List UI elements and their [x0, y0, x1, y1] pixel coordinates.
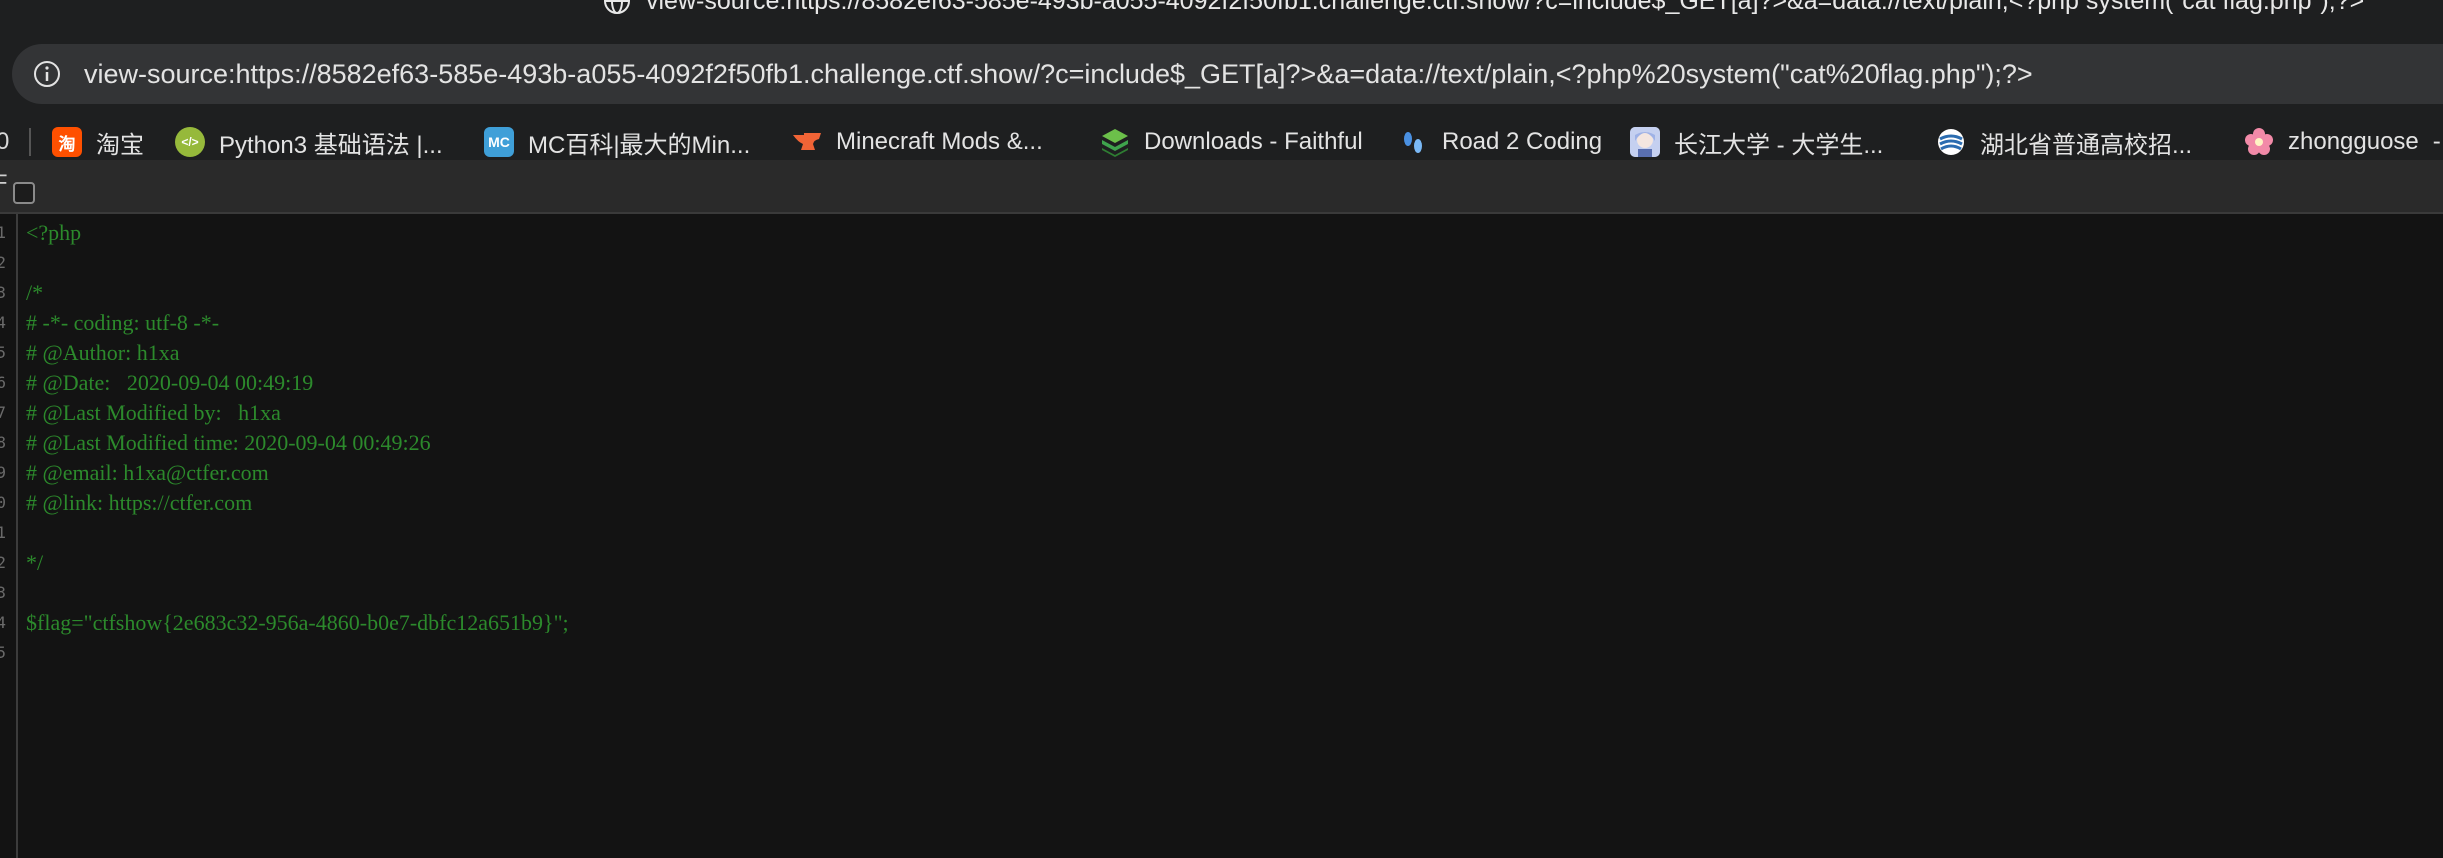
taobao-icon: 淘 [52, 127, 82, 157]
source-code: # @email: h1xa@ctfer.com [26, 460, 269, 485]
mcmod-icon: MC [484, 127, 514, 157]
title-strip: view-source:https://8582ef63-585e-493b-a… [0, 0, 2443, 26]
line-number: 8 [0, 433, 6, 452]
source-code: */ [26, 550, 44, 575]
source-line: 1 [0, 518, 2443, 548]
bookmark-label: Road 2 Coding [1442, 128, 1603, 155]
source-line: 4 $flag="ctfshow{2e683c32-956a-4860-b0e7… [0, 608, 2443, 638]
line-number: 7 [0, 403, 6, 422]
hubei-exam-icon [1936, 127, 1966, 157]
line-number: 2 [0, 253, 6, 272]
footprint-icon [1398, 127, 1428, 157]
source-line: 2 [0, 248, 2443, 278]
line-wrap-label: F [0, 170, 8, 195]
bookmark-taobao[interactable]: 淘 淘宝 [52, 124, 144, 160]
line-number: 3 [0, 583, 6, 602]
source-line: 4 # -*- coding: utf-8 -*- [0, 308, 2443, 338]
site-info-icon[interactable] [32, 59, 62, 89]
line-number: 4 [0, 613, 6, 632]
tooltip-text: view-source:https://8582ef63-585e-493b-a… [646, 0, 2365, 15]
source-line: 3 /* [0, 278, 2443, 308]
line-number: 1 [0, 523, 6, 542]
bookmark-label: Minecraft Mods &... [836, 128, 1043, 155]
source-code: # @Last Modified time: 2020-09-04 00:49:… [26, 430, 431, 455]
bookmark-label: 长江大学 - 大学生... [1674, 131, 1884, 159]
source-view: 1 <?php 2 3 /* 4 # -*- coding: utf-8 -*-… [0, 214, 2443, 858]
source-line: 5 # @Author: h1xa [0, 338, 2443, 368]
line-wrap-bar: F [0, 160, 2443, 214]
browser-toolbar: view-source:https://8582ef63-585e-493b-a… [0, 26, 2443, 124]
url-tooltip: view-source:https://8582ef63-585e-493b-a… [602, 0, 2365, 16]
source-line: 1 <?php [0, 218, 2443, 248]
bookmark-python3[interactable]: </> Python3 基础语法 |... [175, 124, 443, 160]
bookmark-label: 湖北省普通高校招... [1980, 131, 2193, 159]
source-code: <?php [26, 220, 82, 245]
bookmark-label: zhongguose [2288, 128, 2419, 155]
source-line: 3 [0, 578, 2443, 608]
source-line: 0 # @link: https://ctfer.com [0, 488, 2443, 518]
bookmark-overflow: - [2432, 128, 2441, 155]
line-number: 3 [0, 283, 6, 302]
bookmark-mcmod[interactable]: MC MC百科|最大的Min... [484, 124, 750, 160]
source-code: /* [26, 280, 44, 305]
browser-window: view-source:https://8582ef63-585e-493b-a… [0, 0, 2443, 858]
bookmark-zhongguose[interactable]: zhongguose - [2244, 124, 2441, 160]
line-wrap-checkbox[interactable] [13, 182, 35, 204]
line-number: 0 [0, 493, 6, 512]
source-code: # @Last Modified by: h1xa [26, 400, 281, 425]
source-code: # @link: https://ctfer.com [26, 490, 253, 515]
flower-icon [2244, 127, 2274, 157]
url-text[interactable]: view-source:https://8582ef63-585e-493b-a… [84, 59, 2033, 90]
source-line: 9 # @email: h1xa@ctfer.com [0, 458, 2443, 488]
source-code: # @Author: h1xa [26, 340, 180, 365]
anime-avatar-icon [1630, 127, 1660, 157]
source-line: 6 # @Date: 2020-09-04 00:49:19 [0, 368, 2443, 398]
bookmark-separator [29, 128, 31, 156]
source-line: 2 */ [0, 548, 2443, 578]
source-code-flag: $flag="ctfshow{2e683c32-956a-4860-b0e7-d… [26, 610, 569, 635]
line-number: 5 [0, 643, 6, 662]
curseforge-icon [792, 127, 822, 157]
source-line: 8 # @Last Modified time: 2020-09-04 00:4… [0, 428, 2443, 458]
line-number: 4 [0, 313, 6, 332]
bookmark-faithful[interactable]: Downloads - Faithful [1100, 124, 1363, 160]
line-number: 5 [0, 343, 6, 362]
source-line: 5 [0, 638, 2443, 668]
bookmark-road2coding[interactable]: Road 2 Coding [1398, 124, 1602, 160]
source-code: # @Date: 2020-09-04 00:49:19 [26, 370, 314, 395]
address-bar[interactable]: view-source:https://8582ef63-585e-493b-a… [12, 44, 2443, 104]
source-code: # -*- coding: utf-8 -*- [26, 310, 220, 335]
faithful-icon [1100, 127, 1130, 157]
bookmark-partial[interactable]: 0 [0, 124, 9, 160]
source-line: 7 # @Last Modified by: h1xa [0, 398, 2443, 428]
line-number: 2 [0, 553, 6, 572]
line-number: 1 [0, 223, 6, 242]
line-number: 9 [0, 463, 6, 482]
bookmarks-bar: 0 淘 淘宝 </> Python3 基础语法 |... MC MC百科|最大的… [0, 124, 2443, 160]
bookmark-hubei-exam[interactable]: 湖北省普通高校招... [1936, 124, 2192, 160]
line-number: 6 [0, 373, 6, 392]
runoob-icon: </> [175, 127, 205, 157]
globe-icon [602, 0, 632, 16]
bookmark-curseforge[interactable]: Minecraft Mods &... [792, 124, 1043, 160]
bookmark-yangtze-univ[interactable]: 长江大学 - 大学生... [1630, 124, 1883, 160]
bookmark-label: Python3 基础语法 |... [219, 131, 443, 159]
bookmark-label: MC百科|最大的Min... [528, 131, 751, 159]
bookmark-label: 淘宝 [96, 131, 144, 159]
bookmark-label: Downloads - Faithful [1144, 128, 1363, 155]
